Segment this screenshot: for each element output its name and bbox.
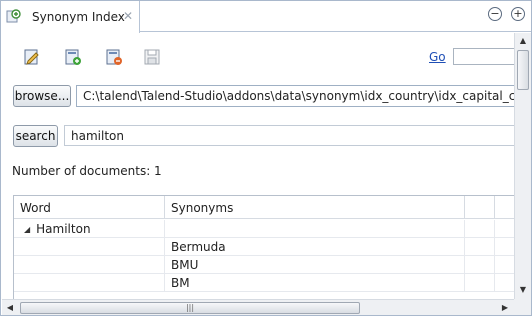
vertical-scroll-thumb[interactable] (517, 50, 529, 90)
column-header-word[interactable]: Word (14, 196, 165, 219)
save-icon[interactable] (143, 48, 161, 66)
add-document-icon[interactable] (64, 48, 82, 66)
document-count: Number of documents: 1 (12, 164, 162, 178)
horizontal-scrollbar[interactable]: ◀ ||| ▶ (2, 299, 514, 315)
maximize-icon[interactable]: + (511, 7, 525, 21)
close-icon[interactable]: ✕ (123, 9, 133, 23)
scroll-left-icon[interactable]: ◀ (2, 300, 18, 316)
scrollbar-corner (514, 299, 531, 315)
word-cell (14, 238, 165, 256)
table-row[interactable]: BMU (14, 256, 514, 274)
go-input[interactable] (453, 48, 514, 65)
search-button[interactable]: search (13, 125, 58, 147)
synonym-cell: BM (165, 274, 465, 292)
word-text: Hamilton (36, 222, 91, 236)
table-header: Word Synonyms (14, 196, 514, 219)
minimize-icon[interactable]: − (488, 7, 502, 21)
column-header-filler (465, 196, 495, 219)
tab-synonym-index[interactable]: Synonym Index ✕ (1, 1, 140, 33)
synonym-index-editor: Go browse... C:\talend\Talend-Studio\add… (2, 33, 514, 299)
synonym-cell: BMU (165, 256, 465, 274)
synonym-table: Word Synonyms ◢ Hamilton Bermuda BMU BM (13, 195, 514, 299)
vertical-scrollbar[interactable]: ▲ ▼ (514, 33, 531, 299)
filler-cell (465, 238, 495, 256)
synonym-index-icon (6, 9, 21, 23)
synonym-cell (165, 220, 465, 238)
expand-toggle-icon[interactable]: ◢ (24, 225, 30, 234)
tab-label: Synonym Index (32, 10, 125, 24)
filler-cell (465, 274, 495, 292)
column-header-synonyms[interactable]: Synonyms (165, 196, 465, 219)
scroll-down-icon[interactable]: ▼ (515, 282, 531, 298)
word-cell: ◢ Hamilton (14, 220, 165, 238)
table-row[interactable]: ◢ Hamilton (14, 220, 514, 238)
horizontal-scroll-thumb[interactable]: ||| (20, 302, 360, 314)
browse-button[interactable]: browse... (13, 85, 71, 107)
edit-document-icon[interactable] (23, 48, 41, 66)
search-input[interactable]: hamilton (64, 125, 514, 146)
synonym-index-window: Synonym Index ✕ − + Go browse... C:\tale… (0, 0, 532, 316)
word-cell (14, 256, 165, 274)
index-path-field[interactable]: C:\talend\Talend-Studio\addons\data\syno… (76, 85, 514, 107)
filler-cell (465, 256, 495, 274)
scroll-right-icon[interactable]: ▶ (497, 300, 513, 316)
table-row[interactable]: BM (14, 274, 514, 292)
tab-bar: Synonym Index ✕ − + (1, 1, 531, 33)
scroll-up-icon[interactable]: ▲ (515, 33, 531, 49)
table-row[interactable]: Bermuda (14, 238, 514, 256)
word-cell (14, 274, 165, 292)
synonym-cell: Bermuda (165, 238, 465, 256)
remove-document-icon[interactable] (105, 48, 123, 66)
go-link[interactable]: Go (429, 50, 446, 64)
filler-cell (465, 220, 495, 238)
